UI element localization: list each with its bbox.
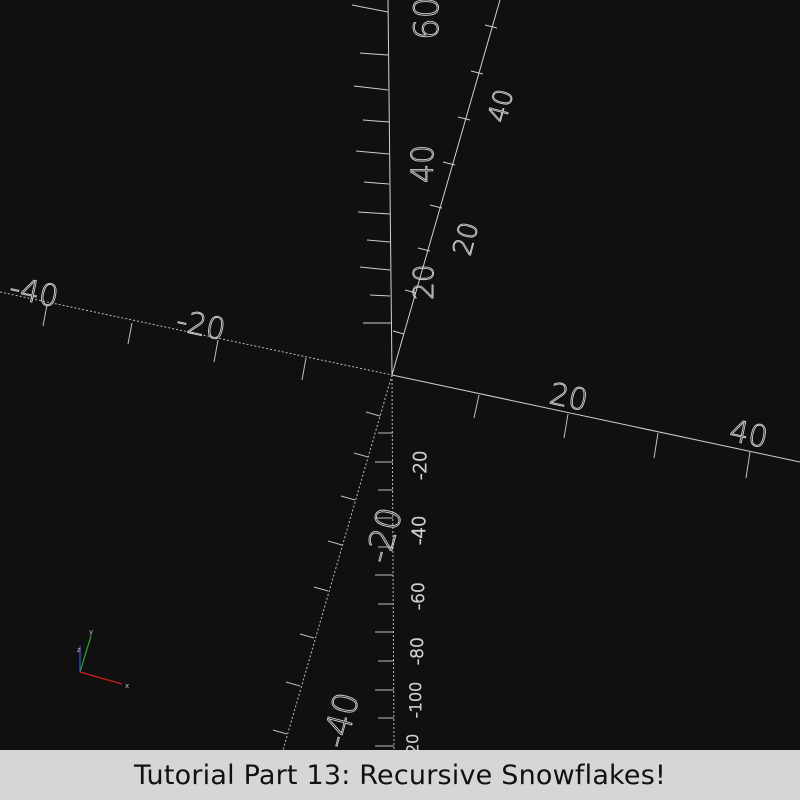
z-axis-label-neg40: -40 bbox=[409, 516, 430, 545]
z-axis-positive bbox=[387, 0, 393, 376]
x-axis-label-neg20: -20 bbox=[173, 304, 228, 348]
z-axis-label-20: 20 bbox=[407, 264, 440, 300]
y-axis-label-neg40: -40 bbox=[315, 688, 368, 750]
z-axis-label-40: 40 bbox=[406, 145, 441, 183]
y-axis-label-40: 40 bbox=[483, 86, 521, 126]
caption-bar: Tutorial Part 13: Recursive Snowflakes! bbox=[0, 750, 800, 800]
z-axis-label-neg60: -60 bbox=[409, 582, 429, 610]
gizmo-x-label: x bbox=[125, 682, 129, 690]
z-axis-ticks-positive bbox=[351, 4, 391, 324]
gizmo-x-axis bbox=[79, 671, 123, 685]
gizmo-z-label: z bbox=[77, 646, 81, 654]
3d-viewport[interactable]: -40 -20 20 40 20 40 -20 -40 20 40 60 -20… bbox=[0, 0, 800, 750]
y-axis-label-20: 20 bbox=[448, 219, 486, 259]
axes-canvas: -40 -20 20 40 20 40 -20 -40 20 40 60 -20… bbox=[0, 0, 800, 750]
z-axis-ticks-negative bbox=[375, 432, 394, 747]
y-axis-label-neg20: -20 bbox=[358, 503, 411, 567]
z-axis-label-60: 60 bbox=[407, 0, 447, 40]
z-axis-label-neg100: -100 bbox=[406, 682, 425, 718]
z-axis-label-neg20: -20 bbox=[410, 451, 431, 480]
x-axis-ticks bbox=[42, 304, 751, 479]
y-axis-ticks-negative bbox=[272, 411, 381, 735]
orientation-gizmo: x y z bbox=[77, 628, 129, 690]
gizmo-y-axis bbox=[79, 635, 92, 673]
z-axis-label-neg120: -120 bbox=[403, 734, 422, 750]
gizmo-y-label: y bbox=[89, 628, 93, 636]
x-axis-label-neg40: -40 bbox=[6, 271, 61, 315]
z-axis-label-neg80: -80 bbox=[408, 637, 428, 665]
x-axis-label-40: 40 bbox=[726, 414, 771, 456]
x-axis-label-20: 20 bbox=[546, 377, 591, 419]
y-axis-positive bbox=[391, 0, 501, 376]
caption-title: Tutorial Part 13: Recursive Snowflakes! bbox=[133, 759, 667, 791]
